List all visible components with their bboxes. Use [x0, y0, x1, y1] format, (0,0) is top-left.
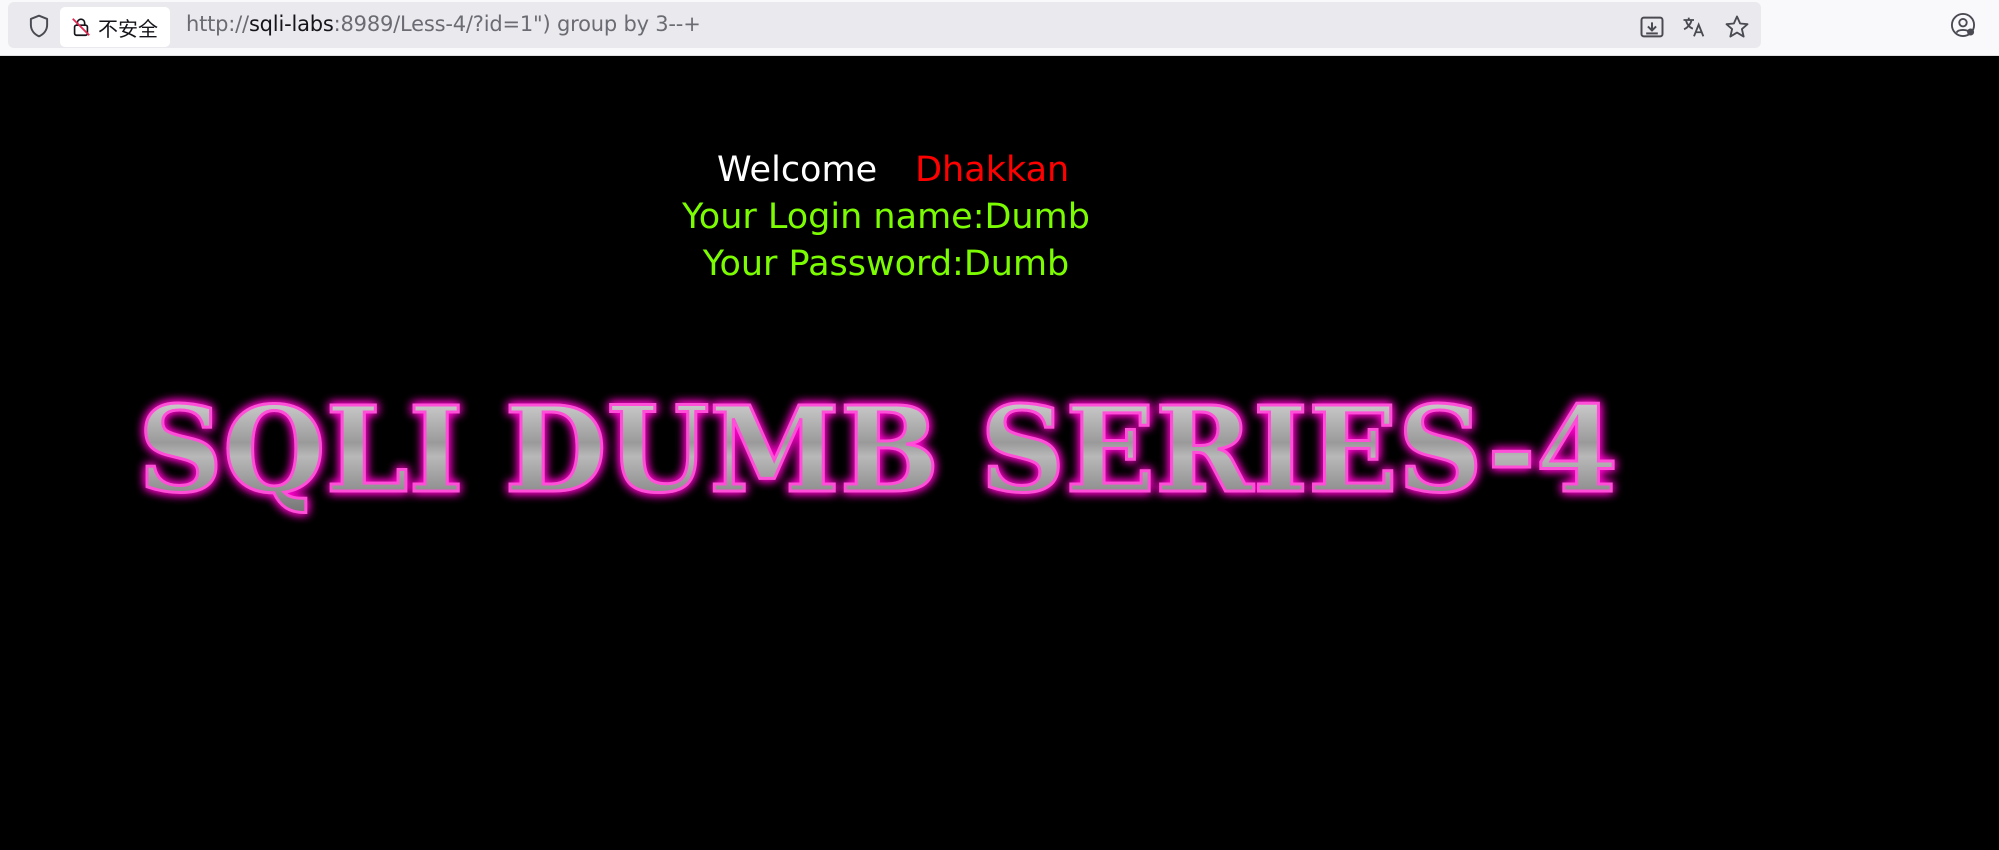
url-path: :8989/Less-4/?id=1") group by 3--+ [333, 12, 701, 36]
welcome-name: Dhakkan [915, 150, 1070, 190]
banner-graphic: SQLI DUMB SERIES-4 [137, 379, 1620, 521]
url-host: sqli-labs [248, 12, 334, 36]
url-scheme: http:// [186, 12, 249, 36]
star-icon[interactable] [1723, 13, 1751, 41]
page-content: Welcome Dhakkan Your Login name:Dumb Your… [0, 56, 1999, 850]
translate-icon[interactable] [1680, 13, 1708, 41]
account-icon[interactable] [1949, 11, 1977, 39]
shield-icon[interactable] [26, 13, 52, 39]
banner-text: SQLI DUMB SERIES-4 [138, 380, 1618, 519]
download-icon[interactable] [1638, 13, 1666, 41]
url-text[interactable]: http://sqli-labs:8989/Less-4/?id=1") gro… [186, 12, 701, 36]
welcome-text: Welcome [717, 150, 878, 190]
address-bar[interactable]: 不安全 http://sqli-labs:8989/Less-4/?id=1")… [8, 2, 1761, 48]
security-label: 不安全 [98, 16, 158, 41]
series-banner-image: SQLI DUMB SERIES-4 [137, 376, 1638, 546]
login-name-line: Your Login name:Dumb [682, 197, 1090, 237]
browser-toolbar: 不安全 http://sqli-labs:8989/Less-4/?id=1")… [0, 0, 1999, 56]
password-line: Your Password:Dumb [702, 244, 1070, 284]
welcome-line: Welcome Dhakkan [717, 148, 1069, 192]
security-indicator[interactable]: 不安全 [60, 7, 170, 47]
lock-crossed-icon [70, 16, 92, 38]
